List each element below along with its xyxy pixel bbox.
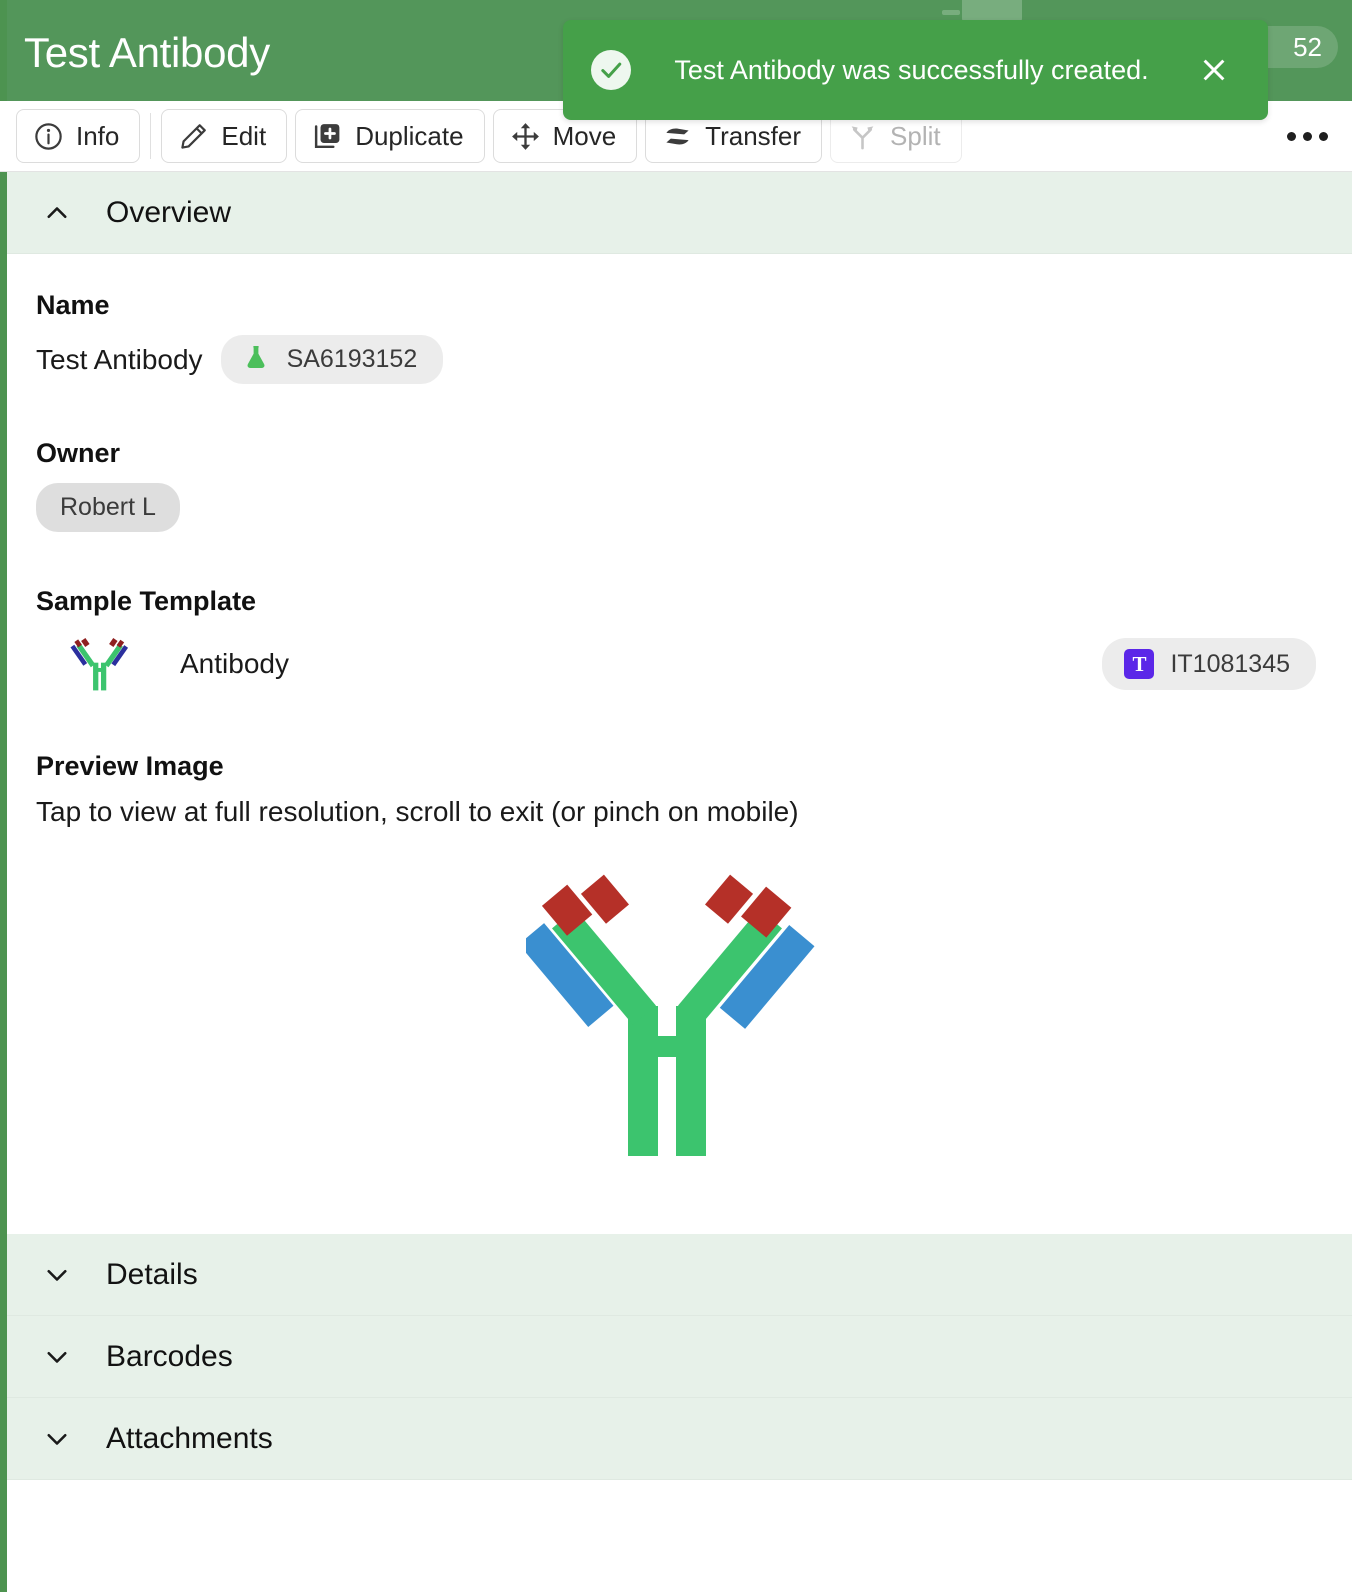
chevron-down-icon — [40, 1260, 74, 1290]
info-button-label: Info — [76, 120, 120, 151]
antibody-icon — [66, 631, 132, 697]
section-title-attachments: Attachments — [106, 1421, 273, 1455]
more-dot-2 — [1303, 131, 1312, 141]
spacer-after-owner — [36, 532, 1316, 586]
edit-button[interactable]: Edit — [161, 109, 288, 163]
section-header-details[interactable]: Details — [0, 1234, 1352, 1316]
split-button-label: Split — [890, 120, 941, 151]
section-header-attachments[interactable]: Attachments — [0, 1398, 1352, 1480]
section-header-overview[interactable]: Overview — [0, 172, 1352, 254]
owner-chip[interactable]: Robert L — [36, 483, 180, 532]
overview-panel: Name Test Antibody SA6193152 Owner Rober… — [0, 254, 1352, 1234]
move-button-label: Move — [552, 120, 617, 151]
duplicate-plus-icon — [312, 121, 343, 152]
chevron-down-icon — [40, 1424, 74, 1454]
pencil-icon — [178, 121, 209, 152]
preview-image-label: Preview Image — [36, 751, 224, 781]
page-left-accent-rail — [0, 0, 7, 1592]
preview-image-container[interactable] — [36, 828, 1316, 1204]
split-fork-icon — [847, 121, 878, 152]
duplicate-button[interactable]: Duplicate — [295, 109, 485, 163]
transfer-arrows-icon — [662, 121, 693, 152]
move-arrows-icon — [510, 121, 541, 152]
name-field-value: Test Antibody — [36, 343, 203, 375]
header-decoration-dash — [942, 10, 960, 15]
toolbar-divider — [150, 113, 152, 159]
owner-chip-text: Robert L — [60, 493, 156, 521]
sample-id-badge[interactable]: SA6193152 — [220, 335, 444, 384]
section-title-barcodes: Barcodes — [106, 1339, 233, 1373]
page-title: Test Antibody — [24, 28, 270, 76]
owner-field-row: Robert L — [36, 483, 1316, 532]
sample-template-label: Sample Template — [36, 586, 257, 616]
more-dot-1 — [1287, 131, 1296, 141]
owner-field-label: Owner — [36, 438, 121, 468]
spacer-after-name — [36, 384, 1316, 438]
preview-image-help-text: Tap to view at full resolution, scroll t… — [36, 796, 799, 827]
section-header-barcodes[interactable]: Barcodes — [0, 1316, 1352, 1398]
close-icon[interactable] — [1196, 52, 1232, 88]
template-letter-icon: T — [1124, 649, 1155, 679]
info-circle-icon — [33, 121, 64, 152]
success-toast: Test Antibody was successfully created. — [563, 20, 1268, 120]
duplicate-button-label: Duplicate — [355, 120, 464, 151]
section-title-overview: Overview — [106, 195, 232, 229]
info-button[interactable]: Info — [16, 109, 141, 163]
toast-message: Test Antibody was successfully created. — [674, 54, 1149, 85]
more-options-button[interactable] — [1279, 122, 1336, 151]
antibody-diagram[interactable] — [526, 874, 826, 1174]
template-id-badge[interactable]: T IT1081345 — [1102, 638, 1316, 690]
template-id-text: IT1081345 — [1170, 649, 1290, 678]
section-title-details: Details — [106, 1257, 198, 1291]
sample-template-name: Antibody — [180, 648, 289, 679]
name-field-label: Name — [36, 290, 110, 320]
spacer-after-template — [36, 697, 1316, 751]
flask-icon — [243, 344, 269, 375]
check-circle-icon — [591, 50, 631, 90]
name-field-row: Test Antibody SA6193152 — [36, 335, 1316, 384]
transfer-button-label: Transfer — [705, 120, 802, 151]
chevron-down-icon — [40, 1342, 74, 1372]
more-dot-3 — [1319, 131, 1328, 141]
header-id-badge-text: 52 — [1293, 31, 1322, 62]
sample-template-row[interactable]: Antibody T IT1081345 — [36, 631, 1316, 697]
edit-button-label: Edit — [221, 120, 267, 151]
chevron-up-icon — [40, 198, 74, 228]
sample-id-text: SA6193152 — [286, 345, 418, 373]
